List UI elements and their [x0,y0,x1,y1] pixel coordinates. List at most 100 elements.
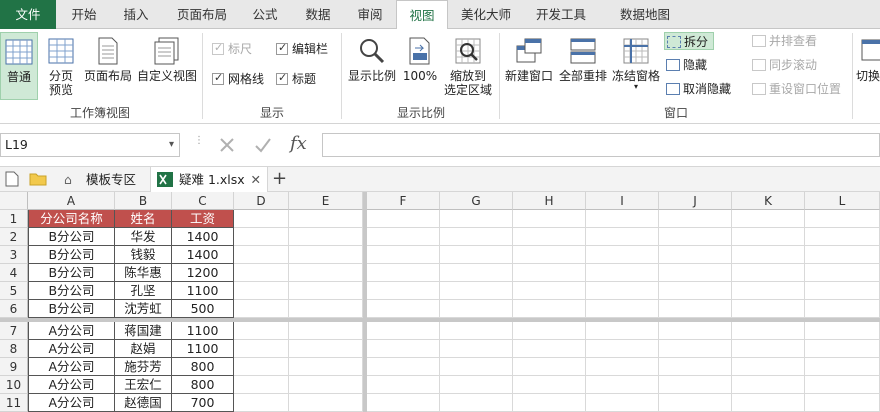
empty-cell[interactable] [234,322,289,340]
table-cell[interactable]: B分公司 [28,282,115,300]
empty-cell[interactable] [289,322,363,340]
page-layout-view-button[interactable]: 页面布局 [82,32,134,83]
empty-cell[interactable] [440,228,513,246]
empty-cell[interactable] [805,228,880,246]
empty-cell[interactable] [732,210,805,228]
row-header[interactable]: 4 [0,264,28,282]
table-cell[interactable]: 华发 [115,228,172,246]
empty-cell[interactable] [586,322,659,340]
empty-cell[interactable] [732,246,805,264]
empty-cell[interactable] [440,282,513,300]
empty-cell[interactable] [513,246,586,264]
empty-cell[interactable] [805,282,880,300]
empty-cell[interactable] [586,376,659,394]
empty-cell[interactable] [586,210,659,228]
empty-cell[interactable] [659,358,732,376]
tab-beautify[interactable]: 美化大师 [452,0,520,29]
empty-cell[interactable] [440,340,513,358]
empty-cell[interactable] [586,282,659,300]
row-header[interactable]: 3 [0,246,28,264]
empty-cell[interactable] [732,228,805,246]
table-cell[interactable]: A分公司 [28,376,115,394]
formula-bar-checkbox[interactable]: 编辑栏 [276,40,328,59]
table-cell[interactable]: 沈芳虹 [115,300,172,318]
column-header[interactable]: F [367,192,440,210]
headings-checkbox[interactable]: 标题 [276,70,316,89]
tab-review[interactable]: 审阅 [344,0,396,29]
table-cell[interactable]: 700 [172,394,234,412]
workbook-tab-file[interactable]: 疑难 1.xlsx ✕ [150,167,268,192]
cancel-icon[interactable] [218,136,236,154]
tab-data[interactable]: 数据 [292,0,344,29]
side-by-side-button[interactable]: 并排查看 [750,32,830,50]
table-cell[interactable]: 赵娟 [115,340,172,358]
empty-cell[interactable] [367,300,440,318]
empty-cell[interactable] [805,210,880,228]
folder-icon[interactable] [29,172,47,186]
empty-cell[interactable] [586,300,659,318]
empty-cell[interactable] [513,340,586,358]
empty-cell[interactable] [513,376,586,394]
empty-cell[interactable] [732,300,805,318]
table-cell[interactable]: 1400 [172,228,234,246]
arrange-all-button[interactable]: 全部重排 [556,32,610,83]
empty-cell[interactable] [659,340,732,358]
switch-windows-button[interactable]: 切换 [856,32,880,83]
empty-cell[interactable] [289,282,363,300]
new-window-button[interactable]: 新建窗口 [502,32,556,83]
empty-cell[interactable] [586,228,659,246]
table-cell[interactable]: A分公司 [28,394,115,412]
table-cell[interactable]: A分公司 [28,340,115,358]
empty-cell[interactable] [234,264,289,282]
empty-cell[interactable] [513,358,586,376]
empty-cell[interactable] [659,246,732,264]
empty-cell[interactable] [234,282,289,300]
column-header[interactable]: L [805,192,880,210]
empty-cell[interactable] [440,322,513,340]
close-icon[interactable]: ✕ [251,167,261,192]
table-cell[interactable]: 赵德国 [115,394,172,412]
unhide-button[interactable]: 取消隐藏 [664,80,740,98]
empty-cell[interactable] [513,228,586,246]
empty-cell[interactable] [586,340,659,358]
tab-page-layout[interactable]: 页面布局 [164,0,240,29]
zoom-100-button[interactable]: 100% [400,32,440,83]
table-cell[interactable]: B分公司 [28,264,115,282]
empty-cell[interactable] [659,394,732,412]
column-header[interactable]: D [234,192,289,210]
empty-cell[interactable] [586,394,659,412]
table-cell[interactable]: 1200 [172,264,234,282]
empty-cell[interactable] [289,300,363,318]
empty-cell[interactable] [367,282,440,300]
empty-cell[interactable] [367,246,440,264]
table-cell[interactable]: 孔坚 [115,282,172,300]
row-header[interactable]: 1 [0,210,28,228]
tab-home[interactable]: 开始 [58,0,110,29]
zoom-selection-button[interactable]: 缩放到 选定区域 [442,32,494,97]
empty-cell[interactable] [732,340,805,358]
table-cell[interactable]: 1400 [172,246,234,264]
column-header[interactable]: A [28,192,115,210]
empty-cell[interactable] [513,394,586,412]
empty-cell[interactable] [234,228,289,246]
row-header[interactable]: 11 [0,394,28,412]
template-tab[interactable]: ⌂ 模板专区 [60,167,142,192]
ruler-checkbox[interactable]: 标尺 [212,40,252,59]
empty-cell[interactable] [659,282,732,300]
new-file-icon[interactable] [5,171,19,187]
empty-cell[interactable] [234,246,289,264]
empty-cell[interactable] [513,264,586,282]
empty-cell[interactable] [732,394,805,412]
empty-cell[interactable] [440,246,513,264]
vertical-split-bar[interactable] [363,192,367,412]
insert-function-icon[interactable]: fx [290,133,307,154]
split-button[interactable]: 拆分 [664,32,714,50]
row-header[interactable]: 5 [0,282,28,300]
zoom-button[interactable]: 显示比例 [346,32,398,83]
custom-views-button[interactable]: 自定义视图 [136,32,198,83]
column-header[interactable]: H [513,192,586,210]
table-cell[interactable]: 500 [172,300,234,318]
table-cell[interactable]: 1100 [172,322,234,340]
empty-cell[interactable] [732,282,805,300]
empty-cell[interactable] [805,246,880,264]
